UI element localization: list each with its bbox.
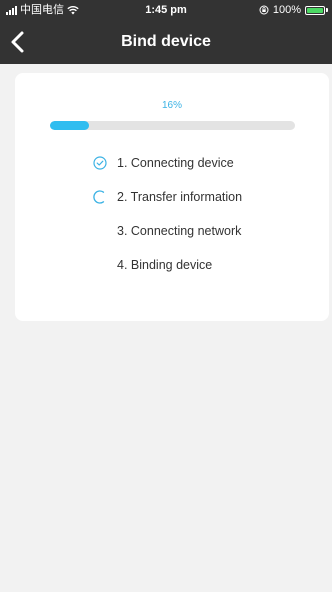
battery-icon: [305, 5, 328, 15]
step-label: 3. Connecting network: [117, 224, 242, 238]
status-bar: 中国电信 1:45 pm 100%: [0, 0, 332, 20]
progress-percent: 16%: [161, 100, 182, 111]
step-item-connecting-network: 3. Connecting network: [93, 221, 241, 241]
rotation-lock-icon: [259, 5, 269, 15]
page-title: Bind device: [121, 33, 211, 50]
step-item-binding-device: 4. Binding device: [93, 255, 212, 275]
spinner-icon: [93, 190, 105, 204]
progress-bar: [50, 121, 295, 130]
step-label: 2. Transfer information: [117, 190, 243, 204]
status-right: 100%: [259, 0, 328, 20]
step-label: 1. Connecting device: [117, 156, 234, 170]
bind-progress-card: 16% 1. Connecting device 2. Transfer inf…: [15, 73, 329, 321]
step-label: 4. Binding device: [117, 258, 213, 272]
step-item-transfer-information: 2. Transfer information: [93, 187, 242, 207]
battery-percent: 100%: [272, 4, 301, 16]
top-bar: 中国电信 1:45 pm 100% Bind device: [0, 0, 332, 64]
check-circle-icon: [93, 156, 107, 170]
step-icon-placeholder: [93, 258, 107, 272]
nav-bar: Bind device: [0, 20, 332, 64]
step-icon-placeholder: [93, 224, 107, 238]
progress-bar-fill: [50, 121, 90, 130]
step-item-connecting-device: 1. Connecting device: [93, 153, 234, 173]
